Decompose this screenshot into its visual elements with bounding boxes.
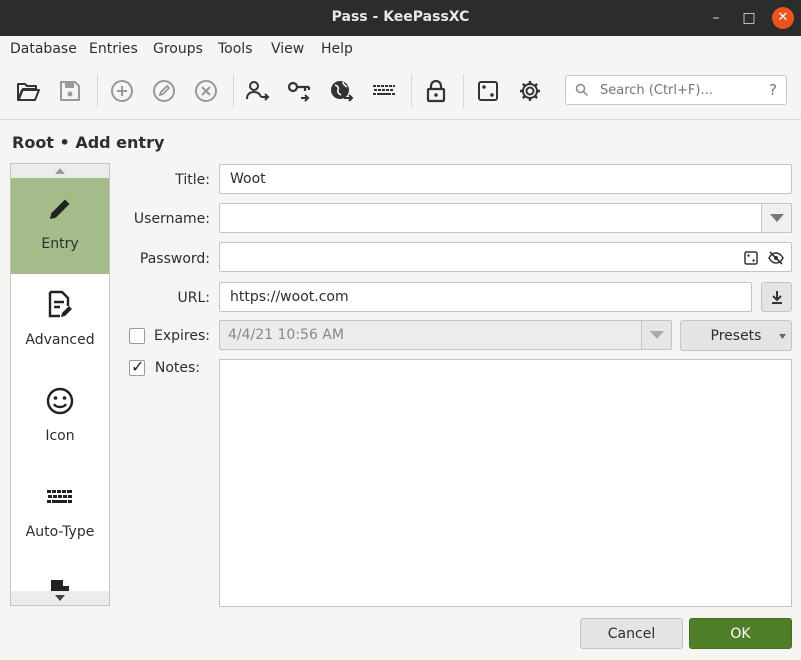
search-input[interactable] [600,80,755,100]
menu-entries[interactable]: Entries [89,41,138,57]
search-help-button[interactable]: ? [769,81,777,99]
sidebar-item-auto-type[interactable]: Auto-Type [11,466,109,562]
username-label: Username: [133,211,210,227]
menu-database[interactable]: Database [10,41,77,57]
lock-database-button[interactable] [422,77,450,105]
scroll-down-button[interactable] [11,591,109,605]
toolbar: ? [0,64,801,120]
lock-icon [426,79,446,103]
expires-value: 4/4/21 10:56 AM [228,327,344,343]
chevron-up-icon [55,168,65,174]
dice-icon [478,81,498,101]
expires-label: Expires: [154,328,210,344]
cancel-button[interactable]: Cancel [580,618,683,649]
presets-button[interactable]: Presets [680,320,792,351]
smiley-icon [46,387,74,415]
document-edit-icon [48,290,72,318]
folder-open-icon [17,83,40,101]
chevron-down-icon [769,214,784,222]
sidebar-item-entry[interactable]: Entry [11,178,109,274]
menu-tools[interactable]: Tools [218,41,253,57]
edit-circle-icon [153,80,175,102]
sidebar-item-icon[interactable]: Icon [11,370,109,466]
open-database-button[interactable] [14,77,42,105]
notes-label: Notes: [154,360,200,376]
delete-entry-button[interactable] [192,77,220,105]
menu-groups[interactable]: Groups [153,41,203,57]
title-bar: Pass - KeePassXC – □ ✕ [0,0,801,36]
sidebar-item-label: Advanced [25,332,95,348]
copy-url-button[interactable] [328,77,356,105]
edit-entry-panel: Root • Add entry Entry Advanced Icon Aut… [0,121,801,660]
expires-datetime-input[interactable]: 4/4/21 10:56 AM [219,320,672,350]
chevron-down-icon [55,595,65,601]
sidebar-item-properties[interactable] [11,562,109,605]
minimize-button[interactable]: – [706,8,726,28]
username-combobox[interactable] [219,203,792,233]
sidebar-item-label: Icon [45,428,75,444]
expires-dropdown-button[interactable] [641,321,671,349]
copy-password-button[interactable] [286,77,314,105]
menu-bar: Database Entries Groups Tools View Help [0,36,801,64]
keyboard-icon [373,85,395,95]
menu-help[interactable]: Help [321,41,353,57]
search-icon [575,83,589,97]
password-generator-button[interactable] [474,77,502,105]
sidebar-item-advanced[interactable]: Advanced [11,274,109,370]
settings-button[interactable] [516,77,544,105]
password-label: Password: [139,251,210,267]
password-input[interactable] [219,242,792,272]
dice-icon[interactable] [743,250,759,266]
notes-textarea[interactable] [219,359,792,607]
autotype-button[interactable] [370,77,398,105]
maximize-button[interactable]: □ [739,8,759,28]
save-database-button[interactable] [56,77,84,105]
expires-checkbox[interactable] [129,328,145,344]
copy-username-button[interactable] [244,77,272,105]
sidebar-item-label: Auto-Type [25,524,95,540]
entry-category-list: Entry Advanced Icon Auto-Type [10,163,110,606]
notes-checkbox[interactable] [129,357,145,376]
add-entry-button[interactable] [108,77,136,105]
delete-circle-icon [195,80,217,102]
edit-entry-button[interactable] [150,77,178,105]
eye-hidden-icon[interactable] [768,250,784,266]
url-label: URL: [177,290,211,306]
presets-label: Presets [710,327,762,344]
window-title: Pass - KeePassXC [331,9,470,25]
user-copy-icon [246,81,270,101]
download-favicon-button[interactable] [761,282,792,312]
sidebar-item-label: Entry [41,236,79,252]
keyboard-icon [47,490,72,503]
ok-button[interactable]: OK [689,618,792,649]
page-title: Root • Add entry [12,133,165,152]
title-label: Title: [175,172,210,188]
add-circle-icon [111,80,133,102]
key-copy-icon [287,81,311,102]
caret-down-icon [779,334,786,339]
gear-icon [520,81,540,101]
search-box[interactable]: ? [565,75,787,105]
scroll-up-button[interactable] [11,164,109,178]
pencil-icon [50,199,70,219]
menu-view[interactable]: View [271,41,304,57]
chevron-down-icon [649,331,664,339]
save-icon [60,81,80,101]
url-input[interactable]: https://woot.com [219,282,752,312]
download-icon [771,291,782,304]
globe-copy-icon [331,81,354,102]
title-input[interactable]: Woot [219,164,792,194]
close-button[interactable]: ✕ [772,7,794,29]
username-dropdown-button[interactable] [761,204,791,232]
